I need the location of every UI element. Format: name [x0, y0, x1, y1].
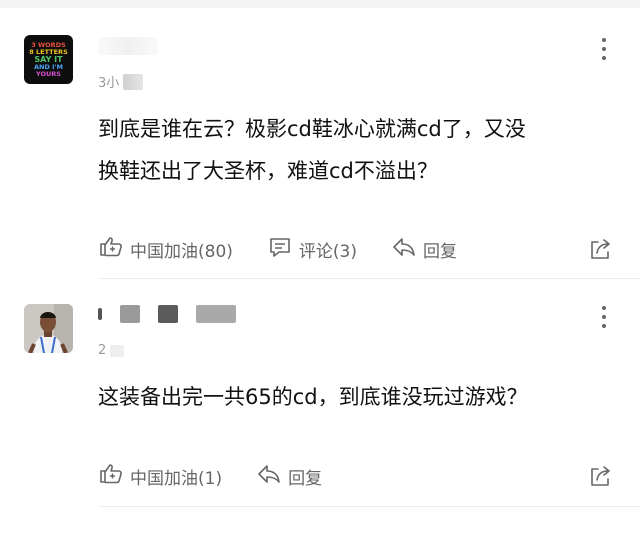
- avatar[interactable]: [24, 304, 73, 353]
- timestamp-text: 2: [98, 343, 107, 358]
- share-icon[interactable]: [588, 463, 614, 494]
- like-count: 中国加油(1): [130, 468, 223, 489]
- like-button[interactable]: 中国加油(1): [98, 461, 222, 492]
- comment-text: 这装备出完一共65的cd，到底谁没玩过游戏？: [98, 376, 600, 418]
- divider: [98, 506, 640, 507]
- comment-text: 到底是谁在云？极影cd鞋冰心就满cd了，又没 换鞋还出了大圣杯，难道cd不溢出？: [98, 108, 600, 192]
- reply-arrow-icon: [391, 234, 417, 265]
- more-vertical-icon[interactable]: [598, 306, 610, 328]
- comment-text-line: 到底是谁在云？极影cd鞋冰心就满cd了，又没: [98, 117, 526, 141]
- comment-actions: 中国加油(1) 回复: [98, 461, 616, 491]
- like-count: 中国加油(80): [130, 241, 233, 262]
- comment-count: 评论(3): [298, 241, 357, 262]
- timestamp-text: 3小: [98, 76, 120, 91]
- like-thumb-icon: [98, 234, 124, 265]
- comment-count-button[interactable]: 评论(3): [267, 234, 357, 265]
- reply-arrow-icon: [256, 461, 282, 492]
- more-vertical-icon[interactable]: [598, 38, 610, 60]
- avatar-text-line: YOURS: [36, 69, 61, 78]
- timestamp-redacted: [123, 73, 144, 90]
- avatar[interactable]: 3 WORDS 8 LETTERS SAY IT AND I'M YOURS: [24, 35, 73, 84]
- like-thumb-icon: [98, 461, 124, 492]
- reply-label: 回复: [423, 241, 457, 262]
- comment-text-line: 这装备出完一共65的cd，到底谁没玩过游戏？: [98, 385, 528, 409]
- comment-actions: 中国加油(80) 评论(3) 回复: [98, 234, 616, 264]
- username-redacted[interactable]: [98, 304, 236, 324]
- reply-label: 回复: [288, 468, 323, 489]
- top-strip: [0, 0, 640, 8]
- divider: [98, 278, 640, 279]
- timestamp: 3小: [98, 72, 144, 91]
- reply-button[interactable]: 回复: [391, 234, 457, 265]
- username-redacted[interactable]: [98, 36, 158, 56]
- comment-bubble-icon: [267, 234, 293, 265]
- reply-button[interactable]: 回复: [256, 461, 322, 492]
- timestamp-redacted: [110, 344, 125, 357]
- timestamp: 2: [98, 343, 125, 358]
- comment-text-line: 换鞋还出了大圣杯，难道cd不溢出？: [98, 159, 438, 183]
- like-button[interactable]: 中国加油(80): [98, 234, 233, 265]
- share-icon[interactable]: [588, 236, 614, 267]
